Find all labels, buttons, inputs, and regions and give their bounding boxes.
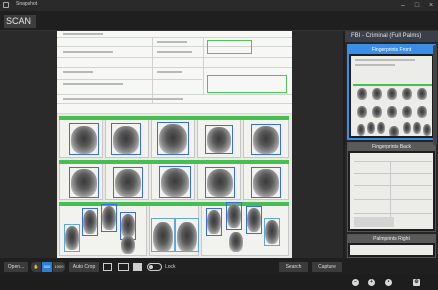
finger-box[interactable] [264, 218, 280, 246]
finger-box[interactable] [111, 123, 141, 155]
panel-scrollbar[interactable] [433, 45, 437, 145]
finger-box[interactable] [205, 125, 233, 154]
hand-icon[interactable]: ✋ [31, 262, 41, 272]
lock-label: Lock [165, 264, 176, 270]
finger-box[interactable] [113, 167, 143, 198]
toggle-knob [149, 265, 153, 269]
resolution-500[interactable]: 500 [42, 262, 52, 272]
finger-box[interactable] [251, 124, 281, 155]
remarks-box [207, 75, 287, 93]
zoom-out-icon[interactable]: − [352, 279, 359, 286]
minimize-button[interactable]: – [396, 0, 410, 11]
thumbnail-image [350, 153, 433, 229]
auto-crop-button[interactable]: Auto Crop [69, 262, 99, 272]
tab-scan[interactable]: SCAN [4, 15, 36, 28]
scan-toolbar: Open... ✋ 500 1000 Auto Crop Lock Search… [0, 260, 345, 274]
finger-box[interactable] [157, 122, 189, 155]
fingerprint-card [57, 114, 292, 258]
finger-box[interactable] [206, 208, 222, 236]
app-window: Snapshot – □ × SCAN FBI - Criminal (Full… [0, 0, 438, 290]
finger-box[interactable] [205, 167, 235, 198]
finger-box[interactable] [159, 166, 191, 198]
finger-box[interactable] [82, 208, 98, 236]
open-button[interactable]: Open... [4, 262, 28, 272]
app-icon [3, 2, 9, 8]
row-divider [59, 160, 289, 164]
finger-box[interactable] [251, 167, 281, 198]
thumbnail-label: Palmprints Right [348, 235, 435, 243]
form-header-area [57, 31, 292, 114]
fingerprint [229, 232, 243, 252]
row-divider [59, 116, 289, 120]
finger-box[interactable] [64, 224, 80, 252]
finger-box[interactable] [69, 123, 99, 155]
thumbnail-fingerprints-back[interactable]: Fingerprints Back [347, 142, 436, 232]
fingerprint [121, 236, 135, 254]
close-button[interactable]: × [424, 0, 438, 11]
thumbnail-image [351, 56, 432, 136]
crop-square-icon[interactable] [103, 263, 112, 271]
thumbnail-label: Fingerprints Front [349, 46, 434, 54]
zoom-in-icon[interactable]: + [368, 279, 375, 286]
finger-box[interactable] [69, 167, 99, 198]
finger-box[interactable] [226, 202, 242, 230]
finger-box[interactable] [175, 218, 199, 252]
card-type-title: FBI - Criminal (Full Palms) [345, 31, 438, 42]
photo-box [207, 40, 252, 54]
thumbnail-label: Fingerprints Back [348, 143, 435, 151]
resolution-1000[interactable]: 1000 [53, 262, 65, 272]
finger-box[interactable] [101, 204, 117, 232]
fit-icon[interactable]: • [385, 279, 392, 286]
crop-rect-icon[interactable] [118, 263, 129, 271]
lock-toggle[interactable] [147, 263, 162, 271]
thumbnail-image [350, 245, 433, 255]
scan-viewport[interactable] [0, 31, 343, 258]
thumbnail-palmprints-right[interactable]: Palmprints Right [347, 234, 436, 258]
thumbnail-fingerprints-front[interactable]: Fingerprints Front [347, 44, 436, 140]
settings-icon[interactable]: ⚙ [413, 279, 420, 286]
capture-button[interactable]: Capture [312, 262, 342, 272]
window-title: Snapshot [16, 1, 38, 7]
finger-box[interactable] [246, 206, 262, 234]
card-panel: FBI - Criminal (Full Palms) Fingerprints… [345, 31, 438, 258]
save-icon[interactable] [133, 263, 142, 271]
search-button[interactable]: Search [279, 262, 308, 272]
scanned-document [57, 31, 292, 258]
maximize-button[interactable]: □ [410, 0, 424, 11]
finger-box[interactable] [151, 218, 175, 252]
title-bar: Snapshot – □ × [0, 0, 438, 11]
